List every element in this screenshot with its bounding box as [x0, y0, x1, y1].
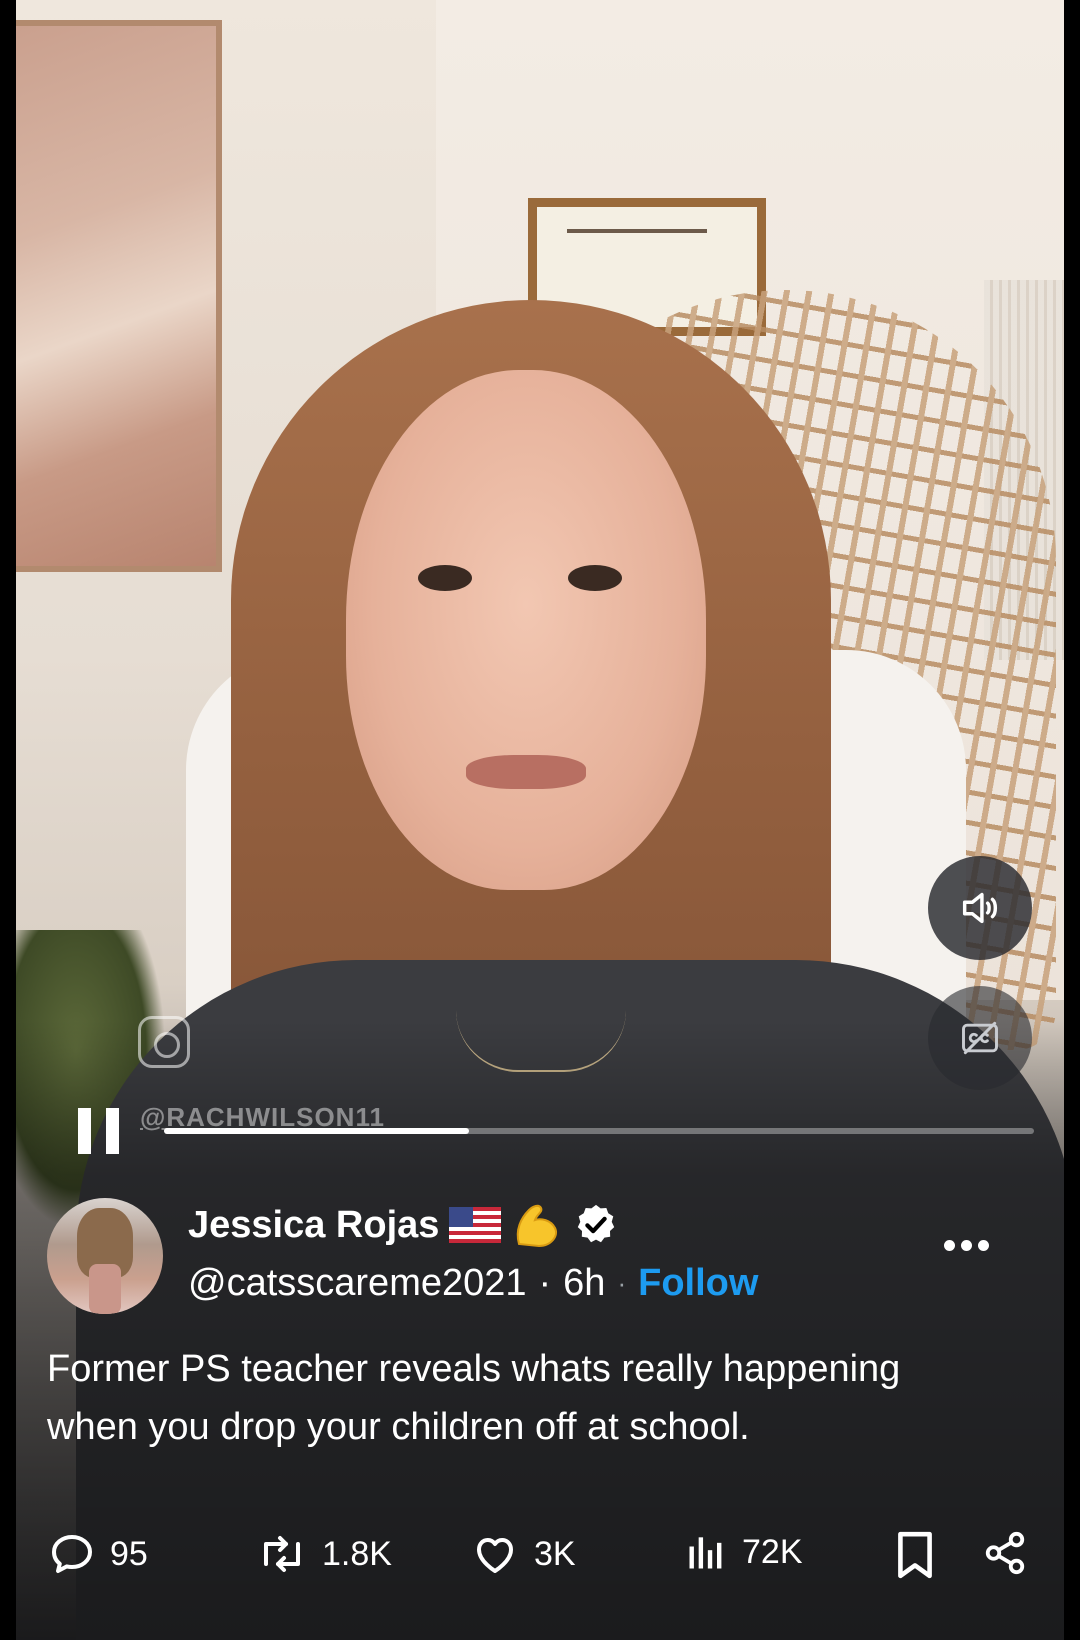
- speaker-icon: [962, 892, 998, 924]
- captions-button[interactable]: [928, 986, 1032, 1090]
- more-options-button[interactable]: [944, 1240, 990, 1254]
- post-text: Former PS teacher reveals whats really h…: [47, 1340, 1047, 1456]
- author-name[interactable]: Jessica Rojas: [188, 1204, 439, 1247]
- bookmark-button[interactable]: [894, 1530, 936, 1580]
- pause-button[interactable]: [78, 1108, 120, 1154]
- author-meta-row: @catsscareme2021 · 6h · Follow: [188, 1262, 758, 1305]
- post-text-line: when you drop your children off at schoo…: [47, 1406, 750, 1448]
- video-progress-bar[interactable]: [164, 1128, 1034, 1134]
- pause-icon-bar: [78, 1108, 91, 1154]
- share-icon: [985, 1531, 1025, 1575]
- video-progress-fill: [164, 1128, 469, 1134]
- pause-icon-bar: [106, 1108, 119, 1154]
- like-button[interactable]: 3K: [470, 1530, 576, 1578]
- share-button[interactable]: [982, 1530, 1028, 1576]
- action-bar: 95 1.8K 3K 72K: [0, 1530, 1080, 1590]
- views-chart-icon: [689, 1537, 722, 1569]
- views-count: 72K: [742, 1532, 803, 1571]
- like-count: 3K: [534, 1534, 576, 1573]
- author-avatar[interactable]: [47, 1198, 163, 1314]
- verified-icon: [578, 1204, 615, 1243]
- captions-off-icon: [962, 1021, 998, 1055]
- reply-icon: [52, 1535, 92, 1573]
- post-text-line: Former PS teacher reveals whats really h…: [47, 1348, 901, 1390]
- author-name-row: Jessica Rojas: [188, 1200, 619, 1250]
- flexed-biceps-icon: [517, 1204, 558, 1248]
- repost-icon: [264, 1536, 300, 1572]
- volume-button[interactable]: [928, 856, 1032, 960]
- author-handle[interactable]: @catsscareme2021: [188, 1262, 527, 1305]
- flag-usa-icon: [449, 1207, 502, 1243]
- video-player[interactable]: @RACHWILSON11 Jessica Rojas @catsscareme…: [0, 0, 1080, 1640]
- meta-separator: ·: [617, 1268, 627, 1298]
- video-person-face: [346, 370, 706, 890]
- video-wall-art: [16, 20, 222, 572]
- more-dot: [961, 1240, 972, 1251]
- meta-separator: ·: [538, 1262, 552, 1304]
- post-age[interactable]: 6h: [563, 1262, 605, 1305]
- more-dot: [978, 1240, 989, 1251]
- more-dot: [944, 1240, 955, 1251]
- heart-icon: [477, 1538, 513, 1573]
- repost-count: 1.8K: [322, 1534, 392, 1573]
- bookmark-icon: [898, 1531, 932, 1579]
- repost-button[interactable]: 1.8K: [256, 1530, 392, 1578]
- instagram-icon: [138, 1016, 190, 1068]
- views-button[interactable]: 72K: [684, 1530, 803, 1574]
- follow-button[interactable]: Follow: [638, 1262, 758, 1305]
- reply-button[interactable]: 95: [48, 1530, 148, 1578]
- reply-count: 95: [110, 1534, 148, 1573]
